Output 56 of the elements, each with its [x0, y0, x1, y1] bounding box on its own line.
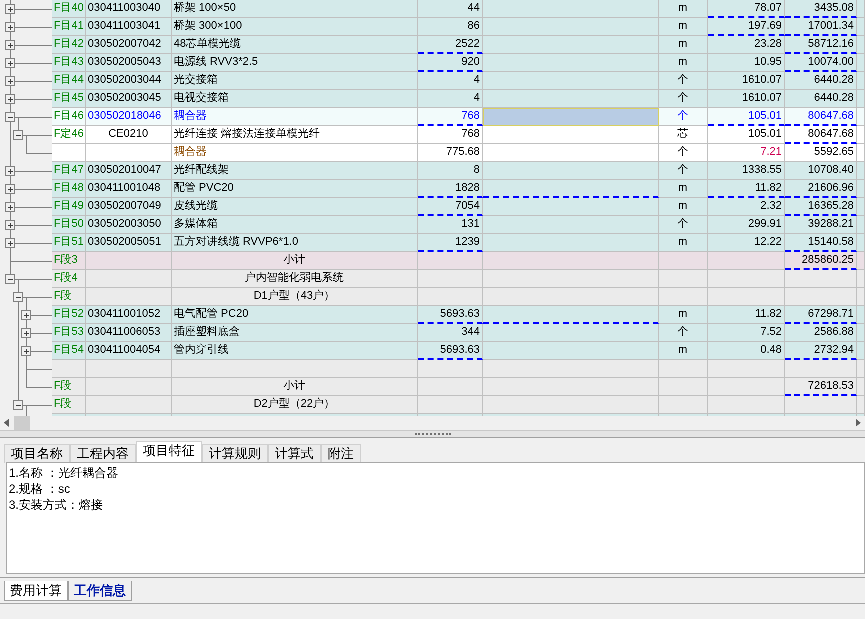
- expand-icon[interactable]: [5, 238, 15, 248]
- tree-connector: [10, 270, 52, 288]
- tab[interactable]: 项目特征: [136, 441, 202, 463]
- feature-line: 1.名称 ：光纤耦合器: [9, 465, 120, 481]
- tab[interactable]: 计算式: [268, 444, 321, 463]
- tab[interactable]: 费用计算: [4, 581, 68, 601]
- tree-connector: [10, 126, 52, 144]
- horizontal-scrollbar[interactable]: [0, 416, 865, 431]
- tree-connector: [10, 180, 52, 198]
- tree-connector: [18, 306, 52, 324]
- collapse-icon[interactable]: [13, 130, 23, 140]
- tree-connector: [10, 54, 52, 72]
- tree-connector: [10, 144, 52, 162]
- feature-text-area[interactable]: 1.名称 ：光纤耦合器 2.规格 ：sc 3.安装方式：熔接: [6, 462, 865, 574]
- expand-icon[interactable]: [5, 58, 15, 68]
- feature-line: 3.安装方式：熔接: [9, 497, 104, 513]
- collapse-icon[interactable]: [5, 274, 15, 284]
- tree-connector: [10, 108, 52, 126]
- collapse-icon[interactable]: [13, 400, 23, 410]
- expand-icon[interactable]: [5, 40, 15, 50]
- tree-connector: [10, 162, 52, 180]
- expand-icon[interactable]: [5, 94, 15, 104]
- tree-connector: [10, 234, 52, 252]
- expand-icon[interactable]: [5, 76, 15, 86]
- tree-connector: [18, 360, 52, 378]
- tree-connector: [18, 342, 52, 360]
- tab[interactable]: 工作信息: [68, 581, 132, 601]
- expand-icon[interactable]: [5, 4, 15, 14]
- tree-connector: [18, 324, 52, 342]
- expand-icon[interactable]: [5, 184, 15, 194]
- tab[interactable]: 项目名称: [4, 444, 70, 463]
- focused-cell[interactable]: [483, 108, 659, 126]
- tree-connector: [18, 288, 52, 306]
- collapse-icon[interactable]: [5, 112, 15, 122]
- expand-icon[interactable]: [5, 22, 15, 32]
- tab[interactable]: 计算规则: [202, 444, 268, 463]
- tree-connector: [10, 252, 52, 270]
- expand-icon[interactable]: [21, 346, 31, 356]
- expand-icon[interactable]: [21, 310, 31, 320]
- tree-connector: [10, 36, 52, 54]
- tree-connector: [18, 378, 52, 396]
- tree-connector: [10, 198, 52, 216]
- tree-connector: [10, 90, 52, 108]
- expand-icon[interactable]: [5, 220, 15, 230]
- expand-icon[interactable]: [5, 202, 15, 212]
- feature-line: 2.规格 ：sc: [9, 481, 72, 497]
- tab[interactable]: 附注: [321, 444, 361, 463]
- expand-icon[interactable]: [21, 328, 31, 338]
- expand-icon[interactable]: [5, 166, 15, 176]
- tree-connector: [10, 216, 52, 234]
- tree-connector: [10, 0, 52, 18]
- tab[interactable]: 工程内容: [70, 444, 136, 463]
- collapse-icon[interactable]: [13, 292, 23, 302]
- scrollbar-thumb[interactable]: [14, 416, 30, 430]
- tree-connector: [10, 72, 52, 90]
- tree-connector: [10, 18, 52, 36]
